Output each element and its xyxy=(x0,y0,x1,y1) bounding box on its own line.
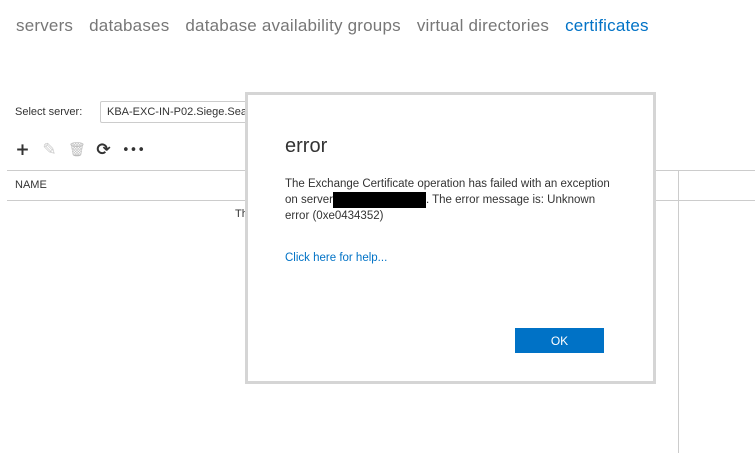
top-nav: servers databases database availability … xyxy=(16,16,649,36)
column-header-name[interactable]: NAME xyxy=(15,179,47,191)
refresh-icon[interactable]: ⟳ xyxy=(95,140,112,160)
add-icon[interactable]: + xyxy=(14,140,31,160)
select-server-label: Select server: xyxy=(15,106,83,118)
help-link[interactable]: Click here for help... xyxy=(285,252,387,264)
tab-virtual-directories[interactable]: virtual directories xyxy=(417,16,549,36)
error-message: The Exchange Certificate operation has f… xyxy=(285,176,615,224)
tab-certificates[interactable]: certificates xyxy=(565,16,649,36)
details-pane-divider xyxy=(678,170,679,453)
tab-dag[interactable]: database availability groups xyxy=(185,16,400,36)
server-select[interactable]: KBA-EXC-IN-P02.Siege.Sea xyxy=(100,101,268,123)
tab-databases[interactable]: databases xyxy=(89,16,169,36)
error-dialog: error The Exchange Certificate operation… xyxy=(245,92,656,384)
toolbar: + ✎ 🗑 ⟳ ••• xyxy=(14,140,145,160)
ok-button[interactable]: OK xyxy=(515,328,604,353)
more-icon[interactable]: ••• xyxy=(122,143,145,158)
redacted-server-name xyxy=(332,192,426,208)
delete-icon[interactable]: 🗑 xyxy=(68,142,86,158)
edit-icon[interactable]: ✎ xyxy=(41,140,58,160)
dialog-title: error xyxy=(285,135,328,157)
tab-servers[interactable]: servers xyxy=(16,16,73,36)
